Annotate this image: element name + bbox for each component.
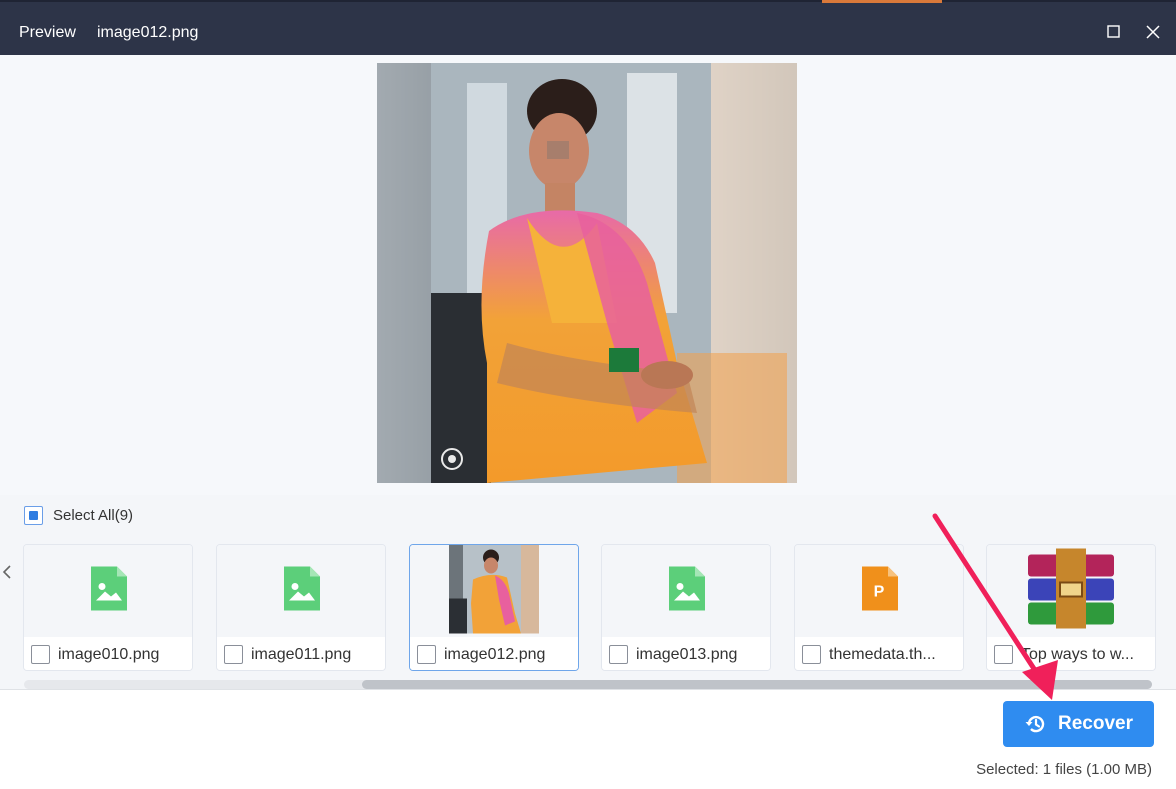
- image-file-icon: [669, 566, 705, 611]
- preview-label: Preview: [19, 24, 76, 41]
- preview-area: [0, 55, 1176, 495]
- file-name: image013.png: [636, 645, 738, 663]
- scroll-left-button[interactable]: [1, 562, 13, 582]
- image-file-icon: [91, 566, 127, 611]
- preview-image: [377, 63, 797, 483]
- history-restore-icon: [1025, 715, 1045, 733]
- select-all-label: Select All(9): [53, 506, 134, 524]
- file-checkbox[interactable]: [802, 645, 821, 664]
- file-card-top-ways[interactable]: Top ways to w...: [986, 544, 1156, 671]
- file-card-themedata[interactable]: P themedata.th...: [794, 544, 964, 671]
- file-name: image012.png: [444, 645, 546, 663]
- file-thumbnail: [24, 545, 192, 637]
- svg-text:P: P: [874, 584, 885, 601]
- select-all-checkbox[interactable]: Select All(9): [24, 505, 133, 525]
- file-thumbnail: [410, 545, 578, 637]
- chevron-left-icon: [2, 565, 11, 579]
- image-file-icon: [284, 566, 320, 611]
- powerpoint-file-icon: P: [862, 566, 898, 611]
- maximize-icon: [1107, 25, 1120, 38]
- window-title-filename: image012.png: [97, 24, 199, 41]
- file-checkbox[interactable]: [31, 645, 50, 664]
- select-all-check-box[interactable]: [24, 505, 43, 525]
- file-card-image012[interactable]: image012.png: [409, 544, 579, 671]
- file-card-image010[interactable]: image010.png: [23, 544, 193, 671]
- selection-status: Selected: 1 files (1.00 MB): [976, 761, 1152, 778]
- maximize-button[interactable]: [1104, 22, 1124, 42]
- file-name: themedata.th...: [829, 645, 936, 663]
- file-name: image011.png: [251, 645, 352, 663]
- file-card-image011[interactable]: image011.png: [216, 544, 386, 671]
- file-name: image010.png: [58, 645, 160, 663]
- file-card-image013[interactable]: image013.png: [601, 544, 771, 671]
- file-thumbnail: [987, 545, 1155, 637]
- close-icon: [1146, 25, 1160, 39]
- file-checkbox[interactable]: [224, 645, 243, 664]
- file-thumbnail: [217, 545, 385, 637]
- file-name: Top ways to w...: [1021, 645, 1134, 663]
- photo-thumbnail: [449, 545, 539, 634]
- file-thumbnail: [602, 545, 770, 637]
- recover-button[interactable]: Recover: [1003, 701, 1154, 747]
- winrar-archive-icon: [1028, 548, 1114, 629]
- close-button[interactable]: [1143, 22, 1163, 42]
- file-checkbox[interactable]: [609, 645, 628, 664]
- title-accent-line: [822, 0, 942, 3]
- recover-button-label: Recover: [1058, 713, 1133, 734]
- horizontal-scrollbar-thumb[interactable]: [362, 680, 1152, 689]
- file-checkbox[interactable]: [994, 645, 1013, 664]
- title-bar: Preview image012.png: [0, 0, 1176, 55]
- file-checkbox[interactable]: [417, 645, 436, 664]
- file-thumbnail: P: [795, 545, 963, 637]
